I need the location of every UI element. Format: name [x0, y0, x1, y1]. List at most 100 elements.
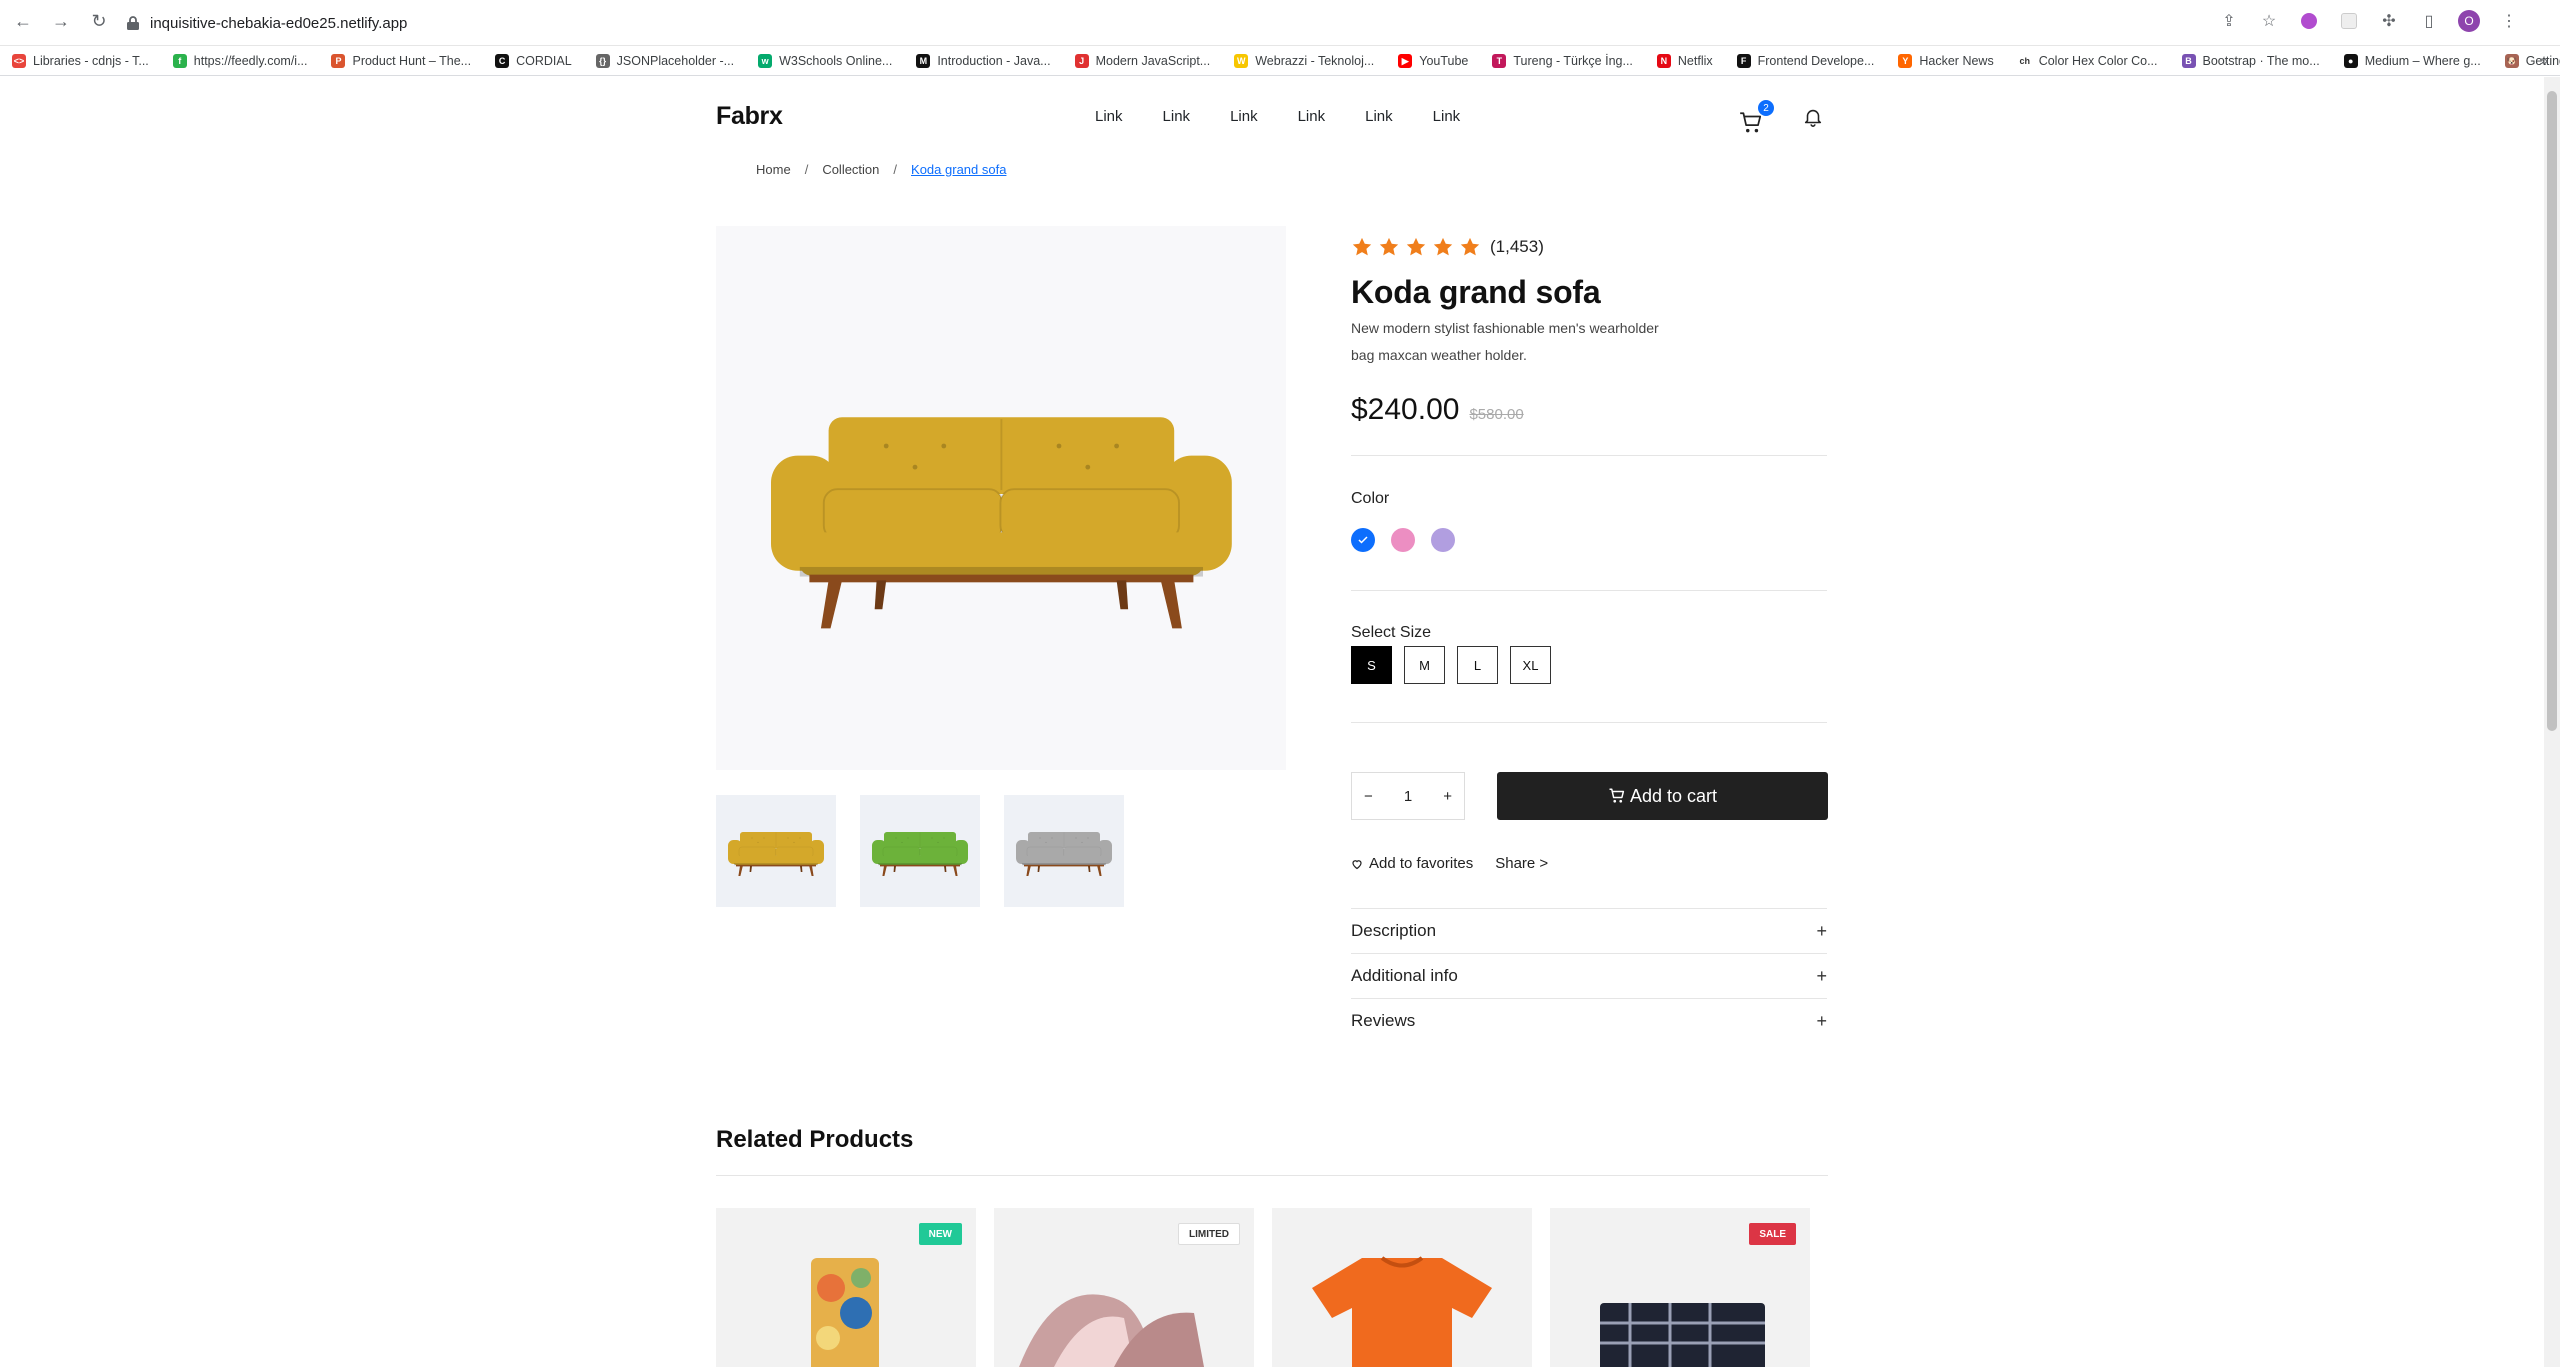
description-line-1: New modern stylist fashionable men's wea…: [1351, 320, 1659, 336]
thumbnail-gray[interactable]: [1004, 795, 1124, 907]
bookmark-favicon-icon: N: [1656, 53, 1671, 68]
bookmark-item[interactable]: w W3Schools Online...: [758, 53, 892, 68]
puzzle-icon[interactable]: ✣: [2378, 10, 2400, 32]
scrollbar-thumb[interactable]: [2547, 91, 2557, 731]
bookmark-item[interactable]: f https://feedly.com/i...: [172, 53, 307, 68]
cart-icon: [1609, 788, 1625, 803]
bookmark-item[interactable]: B Bootstrap · The mo...: [2181, 53, 2320, 68]
product-card[interactable]: SALE: [1550, 1208, 1810, 1367]
bookmarks-overflow-icon[interactable]: »: [2540, 52, 2548, 68]
color-label: Color: [1351, 490, 1390, 507]
bookmark-label: Libraries - cdnjs - T...: [33, 53, 149, 68]
color-swatch[interactable]: [1391, 528, 1415, 552]
bookmark-item[interactable]: Y Hacker News: [1898, 53, 1994, 68]
cart-count-badge: 2: [1758, 100, 1774, 116]
divider: [716, 1175, 1828, 1176]
nav-link[interactable]: Link: [1095, 108, 1123, 125]
product-card[interactable]: NEW: [716, 1208, 976, 1367]
add-to-cart-label: Add to cart: [1629, 785, 1718, 806]
bookmark-label: Introduction - Java...: [937, 53, 1051, 68]
price-block: $240.00 $580.00: [1351, 393, 1827, 427]
divider: [1351, 455, 1827, 456]
accordion-item[interactable]: Reviews +: [1351, 998, 1827, 1043]
main-nav: Link Link Link Link Link Link: [1095, 108, 1460, 125]
color-swatch[interactable]: [1351, 528, 1375, 552]
bookmark-favicon-icon: 🐶: [2504, 53, 2519, 68]
bookmark-favicon-icon: ●: [2343, 53, 2358, 68]
bookmark-item[interactable]: ▶ YouTube: [1398, 53, 1468, 68]
bookmark-label: CORDIAL: [516, 53, 572, 68]
cart-button[interactable]: 2: [1738, 100, 1774, 136]
bookmark-item[interactable]: <> Libraries - cdnjs - T...: [12, 53, 149, 68]
side-panel-icon[interactable]: ▯: [2418, 10, 2440, 32]
accordion-item[interactable]: Description +: [1351, 908, 1827, 953]
qty-increase-button[interactable]: +: [1443, 788, 1452, 805]
breadcrumb-link[interactable]: Collection: [822, 162, 879, 177]
bookmark-item[interactable]: N Netflix: [1656, 53, 1713, 68]
add-to-cart-button[interactable]: Add to cart: [1497, 772, 1828, 820]
star-icon: [1433, 237, 1453, 256]
breadcrumb-link[interactable]: Home: [756, 162, 791, 177]
breadcrumb-separator: /: [804, 162, 809, 177]
bookmark-item[interactable]: W Webrazzi - Teknoloj...: [1234, 53, 1374, 68]
size-option-m[interactable]: M: [1404, 646, 1445, 684]
nav-link[interactable]: Link: [1298, 108, 1326, 125]
old-price: $580.00: [1469, 406, 1524, 423]
extension-blank-icon[interactable]: [2338, 10, 2360, 32]
profile-avatar[interactable]: O: [2458, 10, 2480, 32]
bookmark-favicon-icon: Y: [1898, 53, 1913, 68]
bookmark-star-icon[interactable]: ☆: [2258, 10, 2280, 32]
breadcrumb: Home / Collection / Koda grand sofa: [756, 162, 1006, 177]
star-icon: [1352, 237, 1372, 256]
breadcrumb-separator: /: [893, 162, 898, 177]
thumbnail-green[interactable]: [860, 795, 980, 907]
share-link[interactable]: Share >: [1495, 855, 1548, 872]
extension-icon[interactable]: [2298, 10, 2320, 32]
bookmark-item[interactable]: C CORDIAL: [495, 53, 572, 68]
forward-icon[interactable]: →: [50, 10, 72, 32]
product-card[interactable]: LIMITED: [994, 1208, 1254, 1367]
bookmark-item[interactable]: ch Color Hex Color Co...: [2017, 53, 2158, 68]
size-option-l[interactable]: L: [1457, 646, 1498, 684]
page-scrollbar[interactable]: [2544, 77, 2560, 1367]
nav-link[interactable]: Link: [1433, 108, 1461, 125]
bookmark-favicon-icon: W: [1234, 53, 1249, 68]
accordion-item[interactable]: Additional info +: [1351, 953, 1827, 998]
size-option-s[interactable]: S: [1351, 646, 1392, 684]
product-card[interactable]: [1272, 1208, 1532, 1367]
bookmark-item[interactable]: {} JSONPlaceholder -...: [595, 53, 734, 68]
address-bar[interactable]: inquisitive-chebakia-ed0e25.netlify.app: [112, 6, 2372, 40]
accordion-label: Reviews: [1351, 1011, 1416, 1030]
share-page-icon[interactable]: ⇪: [2218, 10, 2240, 32]
site-logo[interactable]: Fabrx: [716, 102, 783, 131]
bookmark-favicon-icon: T: [1492, 53, 1507, 68]
product-actions: Add to favorites Share >: [1351, 855, 1548, 872]
nav-link[interactable]: Link: [1230, 108, 1258, 125]
bookmark-item[interactable]: F Frontend Develope...: [1736, 53, 1874, 68]
color-swatch[interactable]: [1431, 528, 1455, 552]
size-option-xl[interactable]: XL: [1510, 646, 1551, 684]
nav-link[interactable]: Link: [1365, 108, 1393, 125]
bookmark-label: Color Hex Color Co...: [2038, 53, 2158, 68]
back-icon[interactable]: ←: [12, 10, 34, 32]
product-main-image[interactable]: [716, 226, 1286, 770]
bookmark-favicon-icon: F: [1736, 53, 1751, 68]
check-icon: [1358, 536, 1368, 544]
qty-value[interactable]: 1: [1404, 788, 1412, 805]
bookmark-item[interactable]: M Introduction - Java...: [916, 53, 1051, 68]
bookmark-item[interactable]: 🐶Getting Started – Pug: [2504, 53, 2560, 68]
notifications-button[interactable]: [1802, 106, 1828, 132]
breadcrumb-current[interactable]: Koda grand sofa: [911, 162, 1006, 177]
plus-icon: +: [1816, 920, 1827, 941]
bookmark-item[interactable]: J Modern JavaScript...: [1074, 53, 1210, 68]
nav-link[interactable]: Link: [1163, 108, 1191, 125]
reload-icon[interactable]: ↻: [88, 10, 110, 32]
add-to-favorites-link[interactable]: Add to favorites: [1351, 855, 1473, 872]
bookmark-item[interactable]: T Tureng - Türkçe İng...: [1492, 53, 1633, 68]
thumbnail-mustard[interactable]: [716, 795, 836, 907]
qty-decrease-button[interactable]: −: [1364, 788, 1373, 805]
more-menu-icon[interactable]: ⋮: [2498, 10, 2520, 32]
bookmark-item[interactable]: ● Medium – Where g...: [2343, 53, 2481, 68]
rating-count: (1,453): [1490, 237, 1544, 256]
bookmark-item[interactable]: P Product Hunt – The...: [331, 53, 471, 68]
